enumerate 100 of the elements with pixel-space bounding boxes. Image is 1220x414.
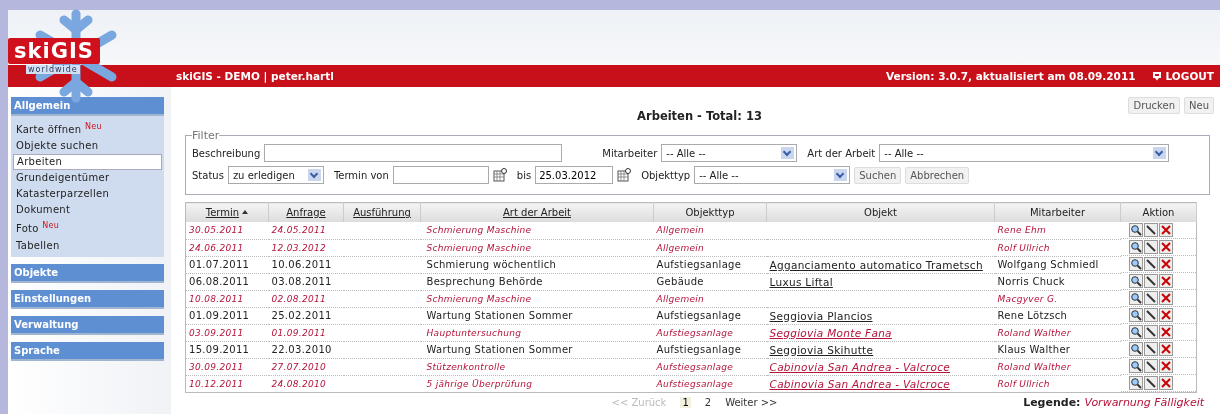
delete-icon[interactable] <box>1158 359 1173 373</box>
table-cell: 10.12.2011 <box>185 375 269 393</box>
column-header[interactable]: Art der Arbeit <box>420 202 654 222</box>
table-cell: Rolf Ullrich <box>994 375 1121 393</box>
table-cell: 02.08.2011 <box>268 290 344 307</box>
column-header[interactable]: Anfrage <box>268 202 344 222</box>
table-cell: Hauptuntersuchung <box>420 324 654 341</box>
object-link[interactable]: Seggiovia Skihutte <box>769 343 874 356</box>
table-cell: Rene Lötzsch <box>994 307 1121 324</box>
table-cell: Allgemein <box>653 222 767 239</box>
version-text: Version: 3.0.7, aktualisiert am 08.09.2011 <box>885 70 1136 82</box>
menu-item[interactable]: Foto $^{Neu}$ <box>13 218 162 238</box>
table-cell: Rolf Ullrich <box>994 239 1121 256</box>
field-label: Mitarbeiter <box>602 147 658 159</box>
edit-icon[interactable] <box>1143 257 1158 271</box>
view-icon[interactable] <box>1128 359 1143 373</box>
page-link[interactable]: Weiter >> <box>725 396 778 408</box>
edit-icon[interactable] <box>1143 359 1158 373</box>
object-link[interactable]: Agganciamento automatico Trametsch <box>769 258 983 271</box>
edit-icon[interactable] <box>1143 240 1158 254</box>
delete-icon[interactable] <box>1158 376 1173 390</box>
edit-icon[interactable] <box>1143 274 1158 288</box>
edit-icon[interactable] <box>1143 325 1158 339</box>
logout-link[interactable]: LOGOUT <box>1151 70 1214 82</box>
object-link[interactable]: Cabinovia San Andrea - Valcroce <box>769 377 950 390</box>
object-link[interactable]: Seggiovia Plancios <box>769 309 873 322</box>
delete-icon[interactable] <box>1158 240 1173 254</box>
object-link[interactable]: Seggiovia Monte Fana <box>769 326 892 339</box>
table-cell: Gebäude <box>653 273 767 290</box>
edit-icon[interactable] <box>1143 308 1158 322</box>
dropdown[interactable]: zu erledigen <box>227 166 324 184</box>
column-header[interactable]: Termin <box>185 202 269 222</box>
view-icon[interactable] <box>1128 291 1143 305</box>
menu-item[interactable]: Objekte suchen <box>13 138 162 155</box>
view-icon[interactable] <box>1128 325 1143 339</box>
page-link[interactable]: 2 <box>704 396 712 408</box>
input-field[interactable] <box>392 166 489 184</box>
view-icon[interactable] <box>1128 274 1143 288</box>
legend-label: Legende: <box>1023 395 1081 409</box>
table-cell: Aufstiegsanlage <box>653 307 767 324</box>
logout-icon <box>1151 71 1162 81</box>
action-button[interactable]: Neu <box>1184 97 1214 114</box>
table-cell: Aufstiegsanlage <box>653 358 767 375</box>
table-cell: Schmierung Maschine <box>420 222 654 239</box>
action-button[interactable]: Suchen <box>854 166 902 184</box>
table-cell: 10.08.2011 <box>185 290 269 307</box>
table-cell: 30.05.2011 <box>185 222 269 239</box>
edit-icon[interactable] <box>1143 376 1158 390</box>
dropdown[interactable]: -- Alle -- <box>879 144 1170 162</box>
object-link[interactable]: Cabinovia San Andrea - Valcroce <box>769 360 950 373</box>
action-button[interactable]: Drucken <box>1128 97 1180 114</box>
view-icon[interactable] <box>1128 342 1143 356</box>
menu-item[interactable]: Arbeiten <box>13 154 162 171</box>
edit-icon[interactable] <box>1143 223 1158 237</box>
delete-icon[interactable] <box>1158 257 1173 271</box>
new-label: Neu <box>42 221 60 231</box>
menu-item[interactable]: Grundeigentümer <box>13 170 162 187</box>
table-cell: Roland Walther <box>994 358 1121 375</box>
table-cell: 24.08.2010 <box>268 375 344 393</box>
table-cell: 06.08.2011 <box>185 273 269 290</box>
delete-icon[interactable] <box>1158 223 1173 237</box>
dropdown[interactable]: -- Alle -- <box>661 144 798 162</box>
table-cell: Macgyver G. <box>994 290 1121 307</box>
field-label: Objekttyp <box>641 169 691 181</box>
table-cell: 24.06.2011 <box>185 239 269 256</box>
menu-item[interactable]: Karte öffnen $^{Neu}$ <box>13 119 162 139</box>
input-field[interactable]: 25.03.2012 <box>535 166 614 184</box>
calendar-icon[interactable] <box>492 168 507 182</box>
edit-icon[interactable] <box>1143 342 1158 356</box>
page-link[interactable]: 1 <box>680 396 691 408</box>
view-icon[interactable] <box>1128 376 1143 390</box>
view-icon[interactable] <box>1128 308 1143 322</box>
action-button[interactable]: Abbrechen <box>905 166 970 184</box>
dropdown[interactable]: -- Alle -- <box>694 166 851 184</box>
delete-icon[interactable] <box>1158 274 1173 288</box>
delete-icon[interactable] <box>1158 342 1173 356</box>
table-cell: Stützenkontrolle <box>420 358 654 375</box>
field-label: bis <box>516 169 532 181</box>
table-cell: Allgemein <box>653 290 767 307</box>
column-header[interactable]: Ausführung <box>343 202 421 222</box>
calendar-icon[interactable] <box>617 168 632 182</box>
edit-icon[interactable] <box>1143 291 1158 305</box>
view-icon[interactable] <box>1128 223 1143 237</box>
menu-item[interactable]: Tabellen <box>13 237 162 254</box>
menu-item[interactable]: Dokument <box>13 202 162 219</box>
table-cell: 27.07.2010 <box>268 358 344 375</box>
input-field[interactable] <box>264 144 563 162</box>
view-icon[interactable] <box>1128 257 1143 271</box>
delete-icon[interactable] <box>1158 325 1173 339</box>
delete-icon[interactable] <box>1158 308 1173 322</box>
menu-item[interactable]: Katasterparzellen <box>13 186 162 203</box>
table-cell: Aufstiegsanlage <box>653 341 767 358</box>
view-icon[interactable] <box>1128 240 1143 254</box>
table-cell: 22.03.2010 <box>268 341 344 358</box>
delete-icon[interactable] <box>1158 291 1173 305</box>
table-cell: 03.08.2011 <box>268 273 344 290</box>
table-cell: 01.09.2011 <box>185 307 269 324</box>
table-cell: Klaus Walther <box>994 341 1121 358</box>
object-link[interactable]: Luxus Liftal <box>769 275 833 288</box>
table-cell: 01.07.2011 <box>185 256 269 273</box>
